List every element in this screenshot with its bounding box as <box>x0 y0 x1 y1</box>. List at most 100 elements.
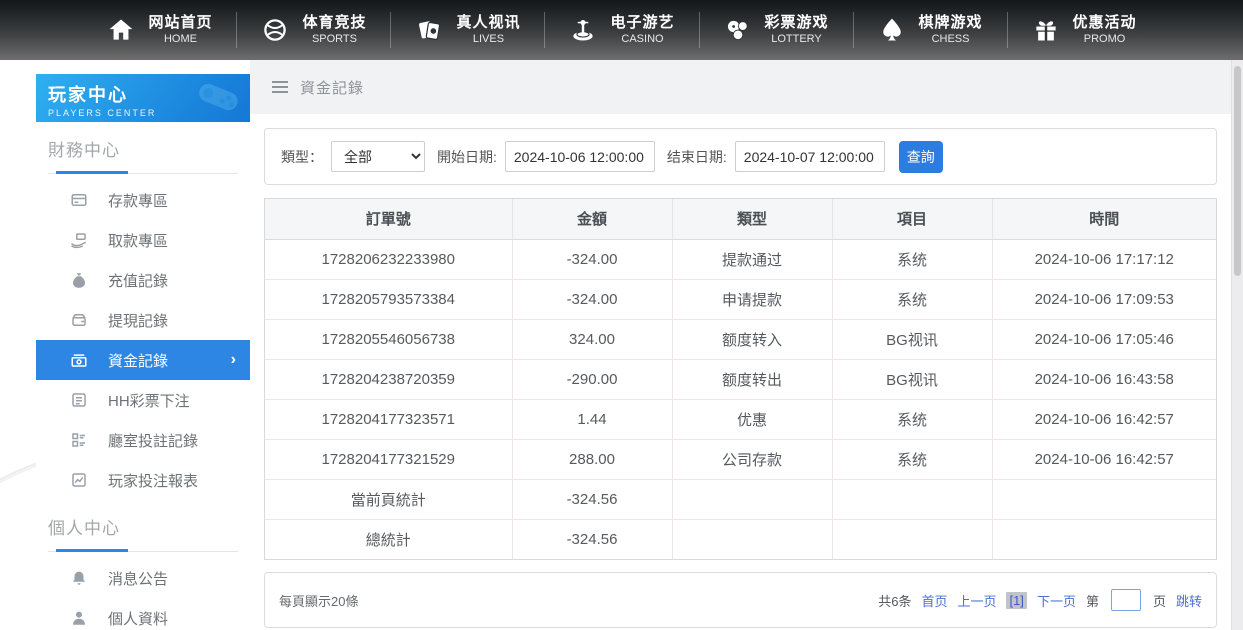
cell-amount: -324.00 <box>512 279 672 319</box>
nav-item-sports[interactable]: 体育竞技SPORTS <box>236 0 390 60</box>
nav-item-promo[interactable]: 优惠活动PROMO <box>1007 0 1161 60</box>
nav-item-home[interactable]: 网站首页HOME <box>82 0 236 60</box>
nav-label-zh: 体育竞技 <box>302 14 366 33</box>
col-amount: 金額 <box>512 199 672 239</box>
cell-amount: 288.00 <box>512 439 672 479</box>
summary-label: 當前頁統計 <box>265 479 512 519</box>
summary-row-current-page: 當前頁統計 -324.56 <box>265 479 1216 519</box>
sidebar-item-label: 個人資料 <box>108 608 168 629</box>
cell-order: 1728204177323571 <box>265 399 512 439</box>
cell-item: 系统 <box>832 439 992 479</box>
col-type: 類型 <box>672 199 832 239</box>
current-page: [1] <box>1006 592 1026 609</box>
cell-amount: -290.00 <box>512 359 672 399</box>
cell-order: 1728204238720359 <box>265 359 512 399</box>
sidebar-item-label: 消息公告 <box>108 568 168 589</box>
summary-amount: -324.56 <box>512 479 672 519</box>
sidebar-item-player-bet-report[interactable]: 玩家投注報表 <box>36 460 250 500</box>
page-jump-input[interactable] <box>1111 589 1141 611</box>
filter-panel: 類型： 全部 開始日期: 结束日期: 查詢 <box>264 128 1217 185</box>
sidebar: 玩家中心 PLAYERS CENTER 財務中心 存款專區 取款專區 充值記錄 <box>36 74 250 630</box>
sidebar-item-label: 玩家投注報表 <box>108 470 198 491</box>
section-underline <box>48 549 238 552</box>
cell-type: 额度转入 <box>672 319 832 359</box>
nav-label-en: CASINO <box>621 33 663 47</box>
sidebar-item-label: 廳室投註記錄 <box>108 430 198 451</box>
first-page-link[interactable]: 首页 <box>921 591 947 610</box>
nav-item-lottery[interactable]: 彩票游戏LOTTERY <box>699 0 853 60</box>
sidebar-item-room-bet-record[interactable]: 廳室投註記錄 <box>36 420 250 460</box>
cell-order: 1728205546056738 <box>265 319 512 359</box>
cell-amount: 324.00 <box>512 319 672 359</box>
table-row: 1728205546056738 324.00 额度转入 BG视讯 2024-1… <box>265 319 1216 359</box>
end-date-label: 结束日期: <box>667 147 727 167</box>
nav-label-en: LIVES <box>473 33 504 47</box>
scrollbar-thumb[interactable] <box>1234 66 1241 276</box>
cell-time: 2024-10-06 16:43:58 <box>992 359 1216 399</box>
prev-page-link[interactable]: 上一页 <box>957 591 996 610</box>
moneybag-icon <box>70 271 88 289</box>
cell-order: 1728206232233980 <box>265 239 512 279</box>
end-date-input[interactable] <box>735 141 885 172</box>
nav-label-en: HOME <box>164 33 197 47</box>
cash-icon <box>70 351 88 369</box>
sidebar-item-label: 存款專區 <box>108 190 168 211</box>
type-select[interactable]: 全部 <box>331 141 425 172</box>
jump-prefix: 第 <box>1086 591 1099 610</box>
cell-time: 2024-10-06 16:42:57 <box>992 439 1216 479</box>
person-icon <box>70 609 88 627</box>
table-row: 1728204177321529 288.00 公司存款 系统 2024-10-… <box>265 439 1216 479</box>
page-title: 資金記錄 <box>300 77 364 98</box>
lives-icon <box>414 15 444 45</box>
cell-time: 2024-10-06 16:42:57 <box>992 399 1216 439</box>
sidebar-item-recharge-record[interactable]: 充值記錄 <box>36 260 250 300</box>
list-icon <box>70 391 88 409</box>
sidebar-item-withdraw-zone[interactable]: 取款專區 <box>36 220 250 260</box>
cell-type: 申请提款 <box>672 279 832 319</box>
cell-order: 1728204177321529 <box>265 439 512 479</box>
sidebar-item-hh-lottery-bets[interactable]: HH彩票下注 <box>36 380 250 420</box>
per-page-text: 每頁顯示20條 <box>279 591 358 610</box>
cell-time: 2024-10-06 17:17:12 <box>992 239 1216 279</box>
section-finance-head: 財務中心 <box>36 122 250 174</box>
withdraw-hand-icon <box>70 231 88 249</box>
chess-icon <box>877 15 907 45</box>
pager: 共6条 首页 上一页 [1] 下一页 第 页 跳转 <box>878 589 1202 611</box>
sidebar-item-deposit-zone[interactable]: 存款專區 <box>36 180 250 220</box>
next-page-link[interactable]: 下一页 <box>1037 591 1076 610</box>
table-header-row: 訂單號 金額 類型 項目 時間 <box>265 199 1216 239</box>
start-date-input[interactable] <box>505 141 655 172</box>
cell-item: 系统 <box>832 279 992 319</box>
nav-item-chess[interactable]: 棋牌游戏CHESS <box>853 0 1007 60</box>
summary-label: 總統計 <box>265 519 512 559</box>
funds-table: 訂單號 金額 類型 項目 時間 1728206232233980 -324.00… <box>264 198 1217 560</box>
promo-icon <box>1031 15 1061 45</box>
cell-type: 优惠 <box>672 399 832 439</box>
search-button[interactable]: 查詢 <box>899 141 943 173</box>
section-title: 個人中心 <box>48 514 238 539</box>
gamepad-watermark-icon <box>192 76 244 122</box>
section-title: 財務中心 <box>48 136 238 161</box>
cell-item: BG视讯 <box>832 319 992 359</box>
nav-item-casino[interactable]: 电子游艺CASINO <box>544 0 698 60</box>
cell-order: 1728205793573384 <box>265 279 512 319</box>
personal-items: 消息公告 個人資料 <box>36 558 250 630</box>
breadcrumb: 資金記錄 <box>250 60 1231 114</box>
cell-type: 提款通过 <box>672 239 832 279</box>
cell-time: 2024-10-06 17:09:53 <box>992 279 1216 319</box>
sidebar-item-announcements[interactable]: 消息公告 <box>36 558 250 598</box>
sidebar-item-funds-record[interactable]: 資金記錄 › <box>36 340 250 380</box>
main-content: 資金記錄 類型： 全部 開始日期: 结束日期: 查詢 訂單號 金額 類型 項目 … <box>250 60 1231 630</box>
nav-label-zh: 棋牌游戏 <box>919 14 983 33</box>
scrollbar[interactable] <box>1231 60 1243 630</box>
lottery-icon <box>723 15 753 45</box>
jump-link[interactable]: 跳转 <box>1176 591 1202 610</box>
cell-item: BG视讯 <box>832 359 992 399</box>
nav-label-zh: 优惠活动 <box>1073 14 1137 33</box>
nav-item-lives[interactable]: 真人视讯LIVES <box>390 0 544 60</box>
wallet-icon <box>70 311 88 329</box>
sidebar-item-withdraw-record[interactable]: 提現記錄 <box>36 300 250 340</box>
sidebar-item-profile[interactable]: 個人資料 <box>36 598 250 630</box>
hamburger-icon <box>272 81 288 93</box>
home-icon <box>106 15 136 45</box>
